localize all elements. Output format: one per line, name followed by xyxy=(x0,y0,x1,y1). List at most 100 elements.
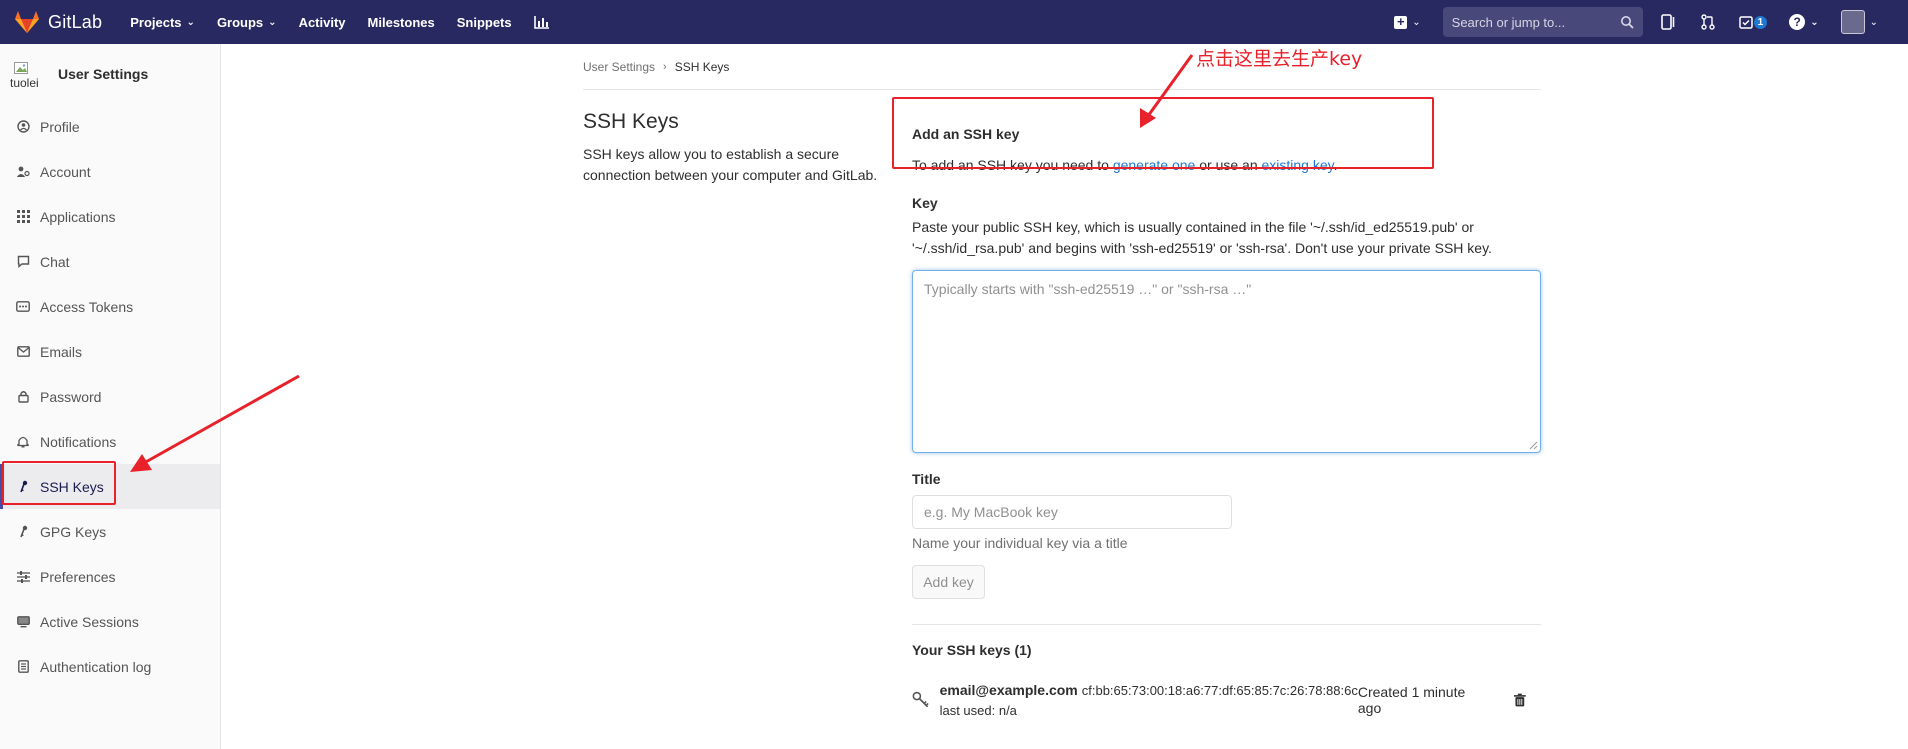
your-keys-heading: Your SSH keys (1) xyxy=(912,642,1032,658)
page-description: SSH keys allow you to establish a secure… xyxy=(583,146,878,183)
title-input-placeholder: e.g. My MacBook key xyxy=(924,504,1058,520)
annotation-note: 点击这里去生产key xyxy=(1196,48,1363,70)
chart-icon xyxy=(533,16,549,29)
nav-activity[interactable]: Activity xyxy=(299,15,346,30)
search-icon xyxy=(1620,16,1634,29)
sidebar-item-label: Active Sessions xyxy=(40,613,139,630)
sidebar-item-label: Authentication log xyxy=(40,658,152,675)
issues-button[interactable] xyxy=(1659,13,1677,31)
sidebar-item-profile[interactable]: Profile xyxy=(0,104,220,149)
sliders-icon xyxy=(16,570,30,584)
title-label: Title xyxy=(912,471,941,487)
user-avatar: tuolei xyxy=(10,56,46,92)
sidebar-item-label: Account xyxy=(40,163,91,180)
key-help-line-2: '~/.ssh/id_rsa.pub' and begins with 'ssh… xyxy=(912,240,1492,256)
key-icon xyxy=(16,525,30,539)
ssh-key-fingerprint: cf:bb:65:73:00:18:a6:77:df:65:85:7c:26:7… xyxy=(1081,683,1358,698)
nav-groups[interactable]: Groups ⌄ xyxy=(217,15,277,30)
lock-icon xyxy=(16,390,30,404)
ssh-key-row[interactable]: email@example.com cf:bb:65:73:00:18:a6:77… xyxy=(912,680,1541,720)
top-navbar: GitLab Projects ⌄ Groups ⌄ Activity Milest… xyxy=(0,0,1908,44)
chevron-down-icon: ⌄ xyxy=(186,16,195,28)
navbar-right: + ⌄ Search or jump to... 1 ? ⌄ ⌄ xyxy=(1394,0,1908,44)
nav-projects-label: Projects xyxy=(130,14,182,30)
chat-icon xyxy=(16,255,30,269)
search-input[interactable]: Search or jump to... xyxy=(1442,7,1643,37)
monitor-icon xyxy=(16,615,30,629)
ssh-key-title-link[interactable]: email@example.com xyxy=(940,682,1078,698)
settings-sidebar: tuolei User Settings Profile Account App… xyxy=(0,44,221,749)
sidebar-item-account[interactable]: Account xyxy=(0,149,220,194)
key-help-line-1: Paste your public SSH key, which is usua… xyxy=(912,219,1474,235)
sidebar-item-authentication-log[interactable]: Authentication log xyxy=(0,644,220,689)
annotation-highlight-box xyxy=(2,461,116,505)
chevron-down-icon: ⌄ xyxy=(268,16,277,28)
merge-requests-button[interactable] xyxy=(1699,13,1717,31)
main-content: User Settings › SSH Keys SSH Keys SSH ke… xyxy=(583,44,1541,718)
applications-icon xyxy=(16,210,30,224)
breadcrumb-current: SSH Keys xyxy=(674,59,730,74)
search-placeholder: Search or jump to... xyxy=(1451,14,1566,30)
key-textarea[interactable]: Typically starts with "ssh-ed25519 …" or… xyxy=(912,270,1541,453)
page-intro: SSH Keys SSH keys allow you to establish… xyxy=(583,106,883,186)
avatar xyxy=(1840,10,1865,34)
brand-name: GitLab xyxy=(48,11,103,32)
resize-handle-icon[interactable] xyxy=(1529,441,1538,450)
plus-icon: + xyxy=(1394,15,1408,29)
issues-icon xyxy=(1660,14,1674,30)
nav-milestones[interactable]: Milestones xyxy=(368,15,435,30)
key-textarea-placeholder: Typically starts with "ssh-ed25519 …" or… xyxy=(924,281,1252,297)
new-dropdown-button[interactable]: + ⌄ xyxy=(1394,15,1421,29)
sidebar-item-emails[interactable]: Emails xyxy=(0,329,220,374)
trash-icon[interactable] xyxy=(1513,693,1527,707)
annotation-highlight-box xyxy=(892,97,1434,169)
sidebar-item-access-tokens[interactable]: Access Tokens xyxy=(0,284,220,329)
sidebar-title: User Settings xyxy=(58,66,149,82)
sidebar-item-label: Notifications xyxy=(40,433,117,450)
log-icon xyxy=(16,660,30,674)
sidebar-item-applications[interactable]: Applications xyxy=(0,194,220,239)
email-icon xyxy=(16,345,30,359)
ssh-key-form-column: Add an SSH key To add an SSH key you nee… xyxy=(912,106,1541,720)
sidebar-item-label: Emails xyxy=(40,343,83,360)
sidebar-item-notifications[interactable]: Notifications xyxy=(0,419,220,464)
todos-button[interactable]: 1 xyxy=(1738,15,1768,29)
nav-snippets[interactable]: Snippets xyxy=(457,15,512,30)
merge-request-icon xyxy=(1700,14,1715,30)
title-input[interactable]: e.g. My MacBook key xyxy=(912,495,1232,529)
sidebar-item-label: Preferences xyxy=(40,568,116,585)
bell-icon xyxy=(16,435,30,449)
key-label: Key xyxy=(912,195,938,211)
sidebar-header[interactable]: tuolei User Settings xyxy=(0,44,220,104)
chevron-right-icon: › xyxy=(663,60,667,73)
nav-analytics[interactable] xyxy=(533,15,550,29)
chevron-down-icon: ⌄ xyxy=(1810,16,1819,28)
help-dropdown-button[interactable]: ? ⌄ xyxy=(1789,14,1819,30)
account-icon xyxy=(16,165,30,179)
sidebar-item-label: Applications xyxy=(40,208,116,225)
sidebar-item-password[interactable]: Password xyxy=(0,374,220,419)
sidebar-item-chat[interactable]: Chat xyxy=(0,239,220,284)
add-key-button[interactable]: Add key xyxy=(912,565,985,599)
breadcrumb-parent-link[interactable]: User Settings xyxy=(583,60,655,74)
ssh-key-created: Created 1 minute ago xyxy=(1357,684,1466,716)
ssh-key-line1: email@example.com cf:bb:65:73:00:18:a6:77… xyxy=(940,682,1358,698)
todo-icon xyxy=(1738,15,1753,29)
sidebar-item-label: Profile xyxy=(40,118,80,135)
page-title: SSH Keys xyxy=(583,110,679,133)
title-help-text: Name your individual key via a title xyxy=(912,535,1128,551)
gitlab-home-link[interactable]: GitLab xyxy=(14,10,102,34)
gitlab-logo-icon xyxy=(15,11,39,33)
question-icon: ? xyxy=(1789,14,1806,30)
avatar-alt-text: tuolei xyxy=(10,76,39,90)
ssh-key-last-used: last used: n/a xyxy=(939,703,1017,718)
user-menu-button[interactable]: ⌄ xyxy=(1840,10,1878,34)
chevron-down-icon: ⌄ xyxy=(1869,16,1878,28)
sidebar-item-gpg-keys[interactable]: GPG Keys xyxy=(0,509,220,554)
ssh-key-details: email@example.com cf:bb:65:73:00:18:a6:77… xyxy=(940,682,1358,718)
sidebar-item-preferences[interactable]: Preferences xyxy=(0,554,220,599)
broken-image-icon xyxy=(14,62,28,74)
breadcrumb: User Settings › SSH Keys xyxy=(583,44,1541,90)
sidebar-item-active-sessions[interactable]: Active Sessions xyxy=(0,599,220,644)
nav-projects[interactable]: Projects ⌄ xyxy=(130,15,195,30)
